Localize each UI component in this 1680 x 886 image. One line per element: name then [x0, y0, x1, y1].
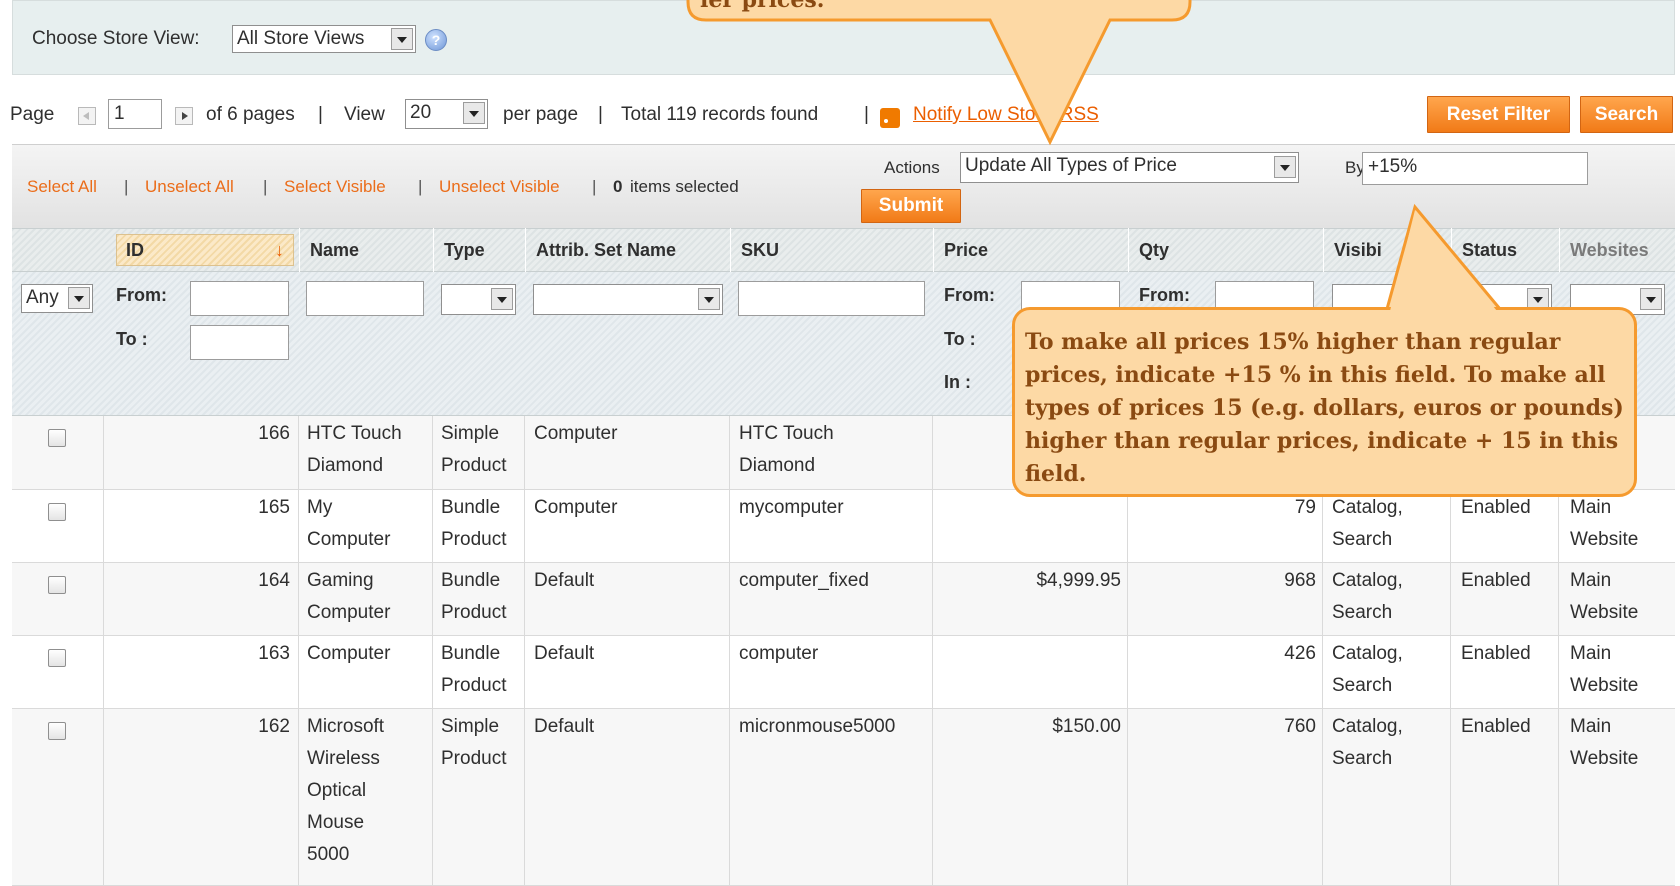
bottom-callout-text: To make all prices 15% higher than regul…: [1025, 329, 1624, 487]
